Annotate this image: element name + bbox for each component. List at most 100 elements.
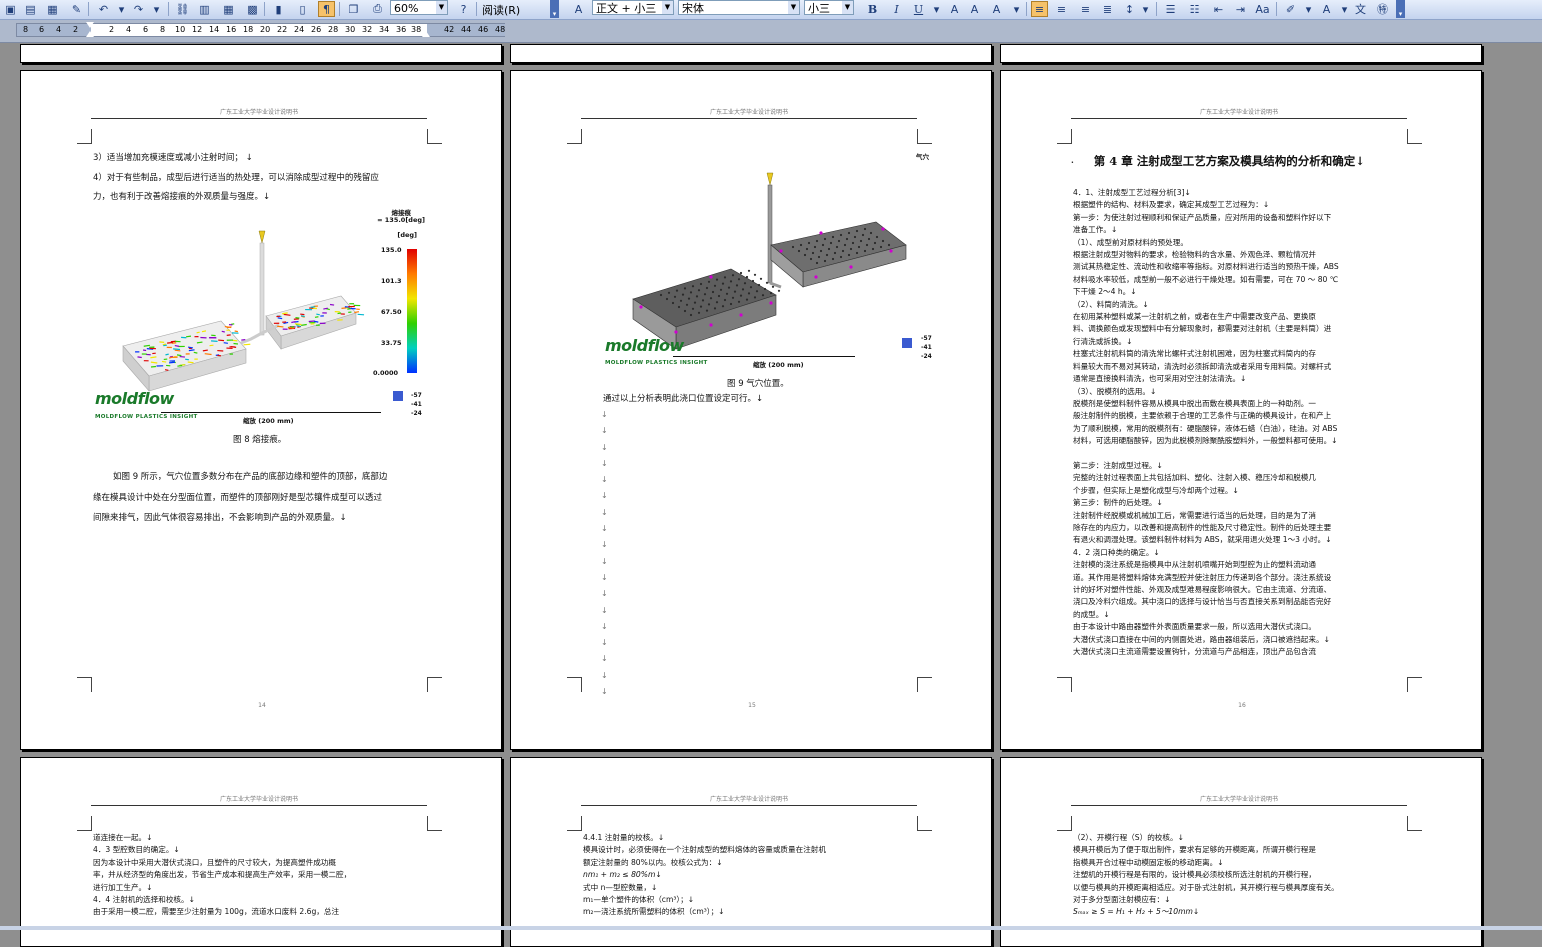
format-painter-icon[interactable]: ✎ <box>68 1 85 17</box>
text-line: 4.4.1 注射量的校核。↓ <box>583 832 919 844</box>
line-spacing-dropdown-icon[interactable]: ▾ <box>1137 1 1154 17</box>
line-spacing-icon[interactable]: ↕ <box>1121 1 1138 17</box>
page-17[interactable]: 广东工业大学毕业设计说明书 道连接在一起。↓ 4．3 型腔数目的确定。↓ 因为本… <box>20 757 502 947</box>
axis-tag: -57 <box>411 392 422 399</box>
help-icon[interactable]: ? <box>455 1 472 17</box>
print-preview-icon[interactable]: ⎙ <box>369 1 386 17</box>
page-15[interactable]: 广东工业大学毕业设计说明书 气穴 moldflow MOLDFLOW PLAST… <box>510 70 992 750</box>
char-shading-icon[interactable]: A <box>966 1 983 17</box>
italic-button[interactable]: I <box>888 1 905 17</box>
result-label: 气穴 <box>916 151 929 161</box>
right-indent-marker[interactable] <box>422 31 430 37</box>
margin-corner <box>567 129 582 144</box>
text-line: 有退火和调湿处理。该塑料制件材料为 ABS，就采用退火处理 1～3 小时。↓ <box>1073 534 1409 546</box>
styles-formatting-icon[interactable]: A <box>570 1 587 17</box>
bold-button[interactable]: B <box>864 1 881 17</box>
vent-hole <box>740 272 742 274</box>
style-select[interactable]: 正文 + 小三 ▼ <box>592 0 674 15</box>
font-color-icon[interactable]: A <box>1318 1 1335 17</box>
vent-hole <box>874 242 876 244</box>
hanging-indent-marker[interactable] <box>86 31 94 37</box>
increase-indent-icon[interactable]: ⇥ <box>1232 1 1249 17</box>
chevron-down-icon[interactable]: ▼ <box>842 1 853 14</box>
toolbar-options-icon[interactable]: ▾ <box>550 0 559 18</box>
enclose-characters-icon[interactable]: ㊕ <box>1374 1 1391 17</box>
change-case-icon[interactable]: Aa <box>1254 1 1271 17</box>
align-center-icon[interactable]: ≡ <box>1053 1 1070 17</box>
font-select[interactable]: 宋体 ▼ <box>678 0 800 15</box>
underline-dropdown-icon[interactable]: ▾ <box>928 1 945 17</box>
ruler-number: 20 <box>260 25 270 34</box>
ruler-number: 30 <box>345 25 355 34</box>
decrease-indent-icon[interactable]: ⇤ <box>1210 1 1227 17</box>
vent-hole <box>698 312 700 314</box>
vent-hole <box>750 286 752 288</box>
char-scale-icon[interactable]: A <box>988 1 1005 17</box>
bullets-icon[interactable]: ☷ <box>1186 1 1203 17</box>
font-size-select[interactable]: 小三 ▼ <box>804 0 854 15</box>
drawing-icon[interactable]: ▯ <box>294 1 311 17</box>
page-19[interactable]: 广东工业大学毕业设计说明书 （2）、开模行程（S）的校核。↓ 模具开模后为了便于… <box>1000 757 1482 947</box>
chevron-down-icon[interactable]: ▼ <box>436 1 447 14</box>
underline-button[interactable]: U <box>910 1 927 17</box>
horizontal-scrollbar[interactable] <box>0 926 1542 930</box>
air-trap-marker <box>849 265 852 268</box>
paste-icon[interactable]: ▦ <box>44 1 61 17</box>
insert-excel-icon[interactable]: ▩ <box>244 1 261 17</box>
undo-dropdown-icon[interactable]: ▾ <box>113 1 130 17</box>
show-hide-icon[interactable]: ❐ <box>345 1 362 17</box>
page-14[interactable]: 广东工业大学毕业设计说明书 3）适当增加充模速度或减小注射时间； ↓ 4）对于有… <box>20 70 502 750</box>
new-doc-icon[interactable]: ▣ <box>2 1 19 17</box>
page-header: 广东工业大学毕业设计说明书 <box>581 794 917 806</box>
zoom-select[interactable]: 60% ▼ <box>390 0 448 15</box>
document-map-icon[interactable]: ¶ <box>318 1 335 17</box>
ruler-number: 2 <box>109 25 114 34</box>
text-line: 以便与模具的开模距离相适应。对于卧式注射机，其开模行程与模具厚度有关。 <box>1073 882 1409 894</box>
horizontal-ruler[interactable]: 8 6 4 2 2 4 6 8 10 12 14 16 18 20 22 24 … <box>0 20 1542 43</box>
undo-icon[interactable]: ↶ <box>95 1 112 17</box>
legend-tick: 33.75 <box>381 339 402 347</box>
first-line-indent-marker[interactable] <box>86 22 94 28</box>
page-18[interactable]: 广东工业大学毕业设计说明书 4.4.1 注射量的校核。↓ 模具设计时，必须使得在… <box>510 757 992 947</box>
page-header: 广东工业大学毕业设计说明书 <box>1071 794 1407 806</box>
tables-borders-icon[interactable]: ▥ <box>196 1 213 17</box>
redo-icon[interactable]: ↷ <box>130 1 147 17</box>
char-scale-dropdown-icon[interactable]: ▾ <box>1008 1 1025 17</box>
numbering-icon[interactable]: ☰ <box>1162 1 1179 17</box>
vent-hole <box>730 280 732 282</box>
toolbar-options-icon[interactable]: ▾ <box>1396 0 1405 18</box>
vent-hole <box>810 258 812 260</box>
vent-hole <box>724 299 726 301</box>
open-icon[interactable]: ▤ <box>22 1 39 17</box>
justify-icon[interactable]: ≣ <box>1099 1 1116 17</box>
weld-line-segment <box>314 321 318 322</box>
page-16[interactable]: 广东工业大学毕业设计说明书 ·第 4 章 注射成型工艺方案及模具结构的分析和确定… <box>1000 70 1482 750</box>
text-line: 材料，可选用硬脂酸锌，因为此脱模剂除聚酰胺塑料外，一般塑料都可使用。↓ <box>1073 435 1409 447</box>
vent-hole <box>806 248 808 250</box>
font-color-dropdown-icon[interactable]: ▾ <box>1336 1 1353 17</box>
read-mode-button[interactable]: 阅读(R) <box>482 2 520 18</box>
chevron-down-icon[interactable]: ▼ <box>662 1 673 14</box>
insert-table-icon[interactable]: ▦ <box>220 1 237 17</box>
columns-icon[interactable]: ▮ <box>270 1 287 17</box>
moldflow-subtitle: MOLDFLOW PLASTICS INSIGHT <box>95 414 198 420</box>
align-left-icon[interactable]: ≡ <box>1031 1 1048 17</box>
air-trap-marker <box>739 313 742 316</box>
page-sliver <box>20 44 502 63</box>
chapter-title: ·第 4 章 注射成型工艺方案及模具结构的分析和确定↓ <box>1071 153 1365 169</box>
phonetic-guide-icon[interactable]: 文 <box>1352 1 1369 17</box>
highlight-dropdown-icon[interactable]: ▾ <box>1300 1 1317 17</box>
hyperlink-icon[interactable]: ⛓ <box>174 1 191 17</box>
redo-dropdown-icon[interactable]: ▾ <box>148 1 165 17</box>
vent-hole <box>870 232 872 234</box>
page-header: 广东工业大学毕业设计说明书 <box>1071 107 1407 119</box>
text-line: 3）适当增加充模速度或减小注射时间； ↓ <box>93 149 433 169</box>
text-line: 在初用某种塑料或某一注射机之前，或者在生产中需要改变产品、更换原 <box>1073 311 1409 323</box>
align-right-icon[interactable]: ≡ <box>1077 1 1094 17</box>
char-border-icon[interactable]: A <box>946 1 963 17</box>
text-line: 进行加工生产。↓ <box>93 882 429 894</box>
moldflow-logo: moldflow <box>605 336 684 355</box>
chevron-down-icon[interactable]: ▼ <box>788 1 799 14</box>
highlight-icon[interactable]: ✐ <box>1282 1 1299 17</box>
weld-line-segment <box>217 355 221 356</box>
